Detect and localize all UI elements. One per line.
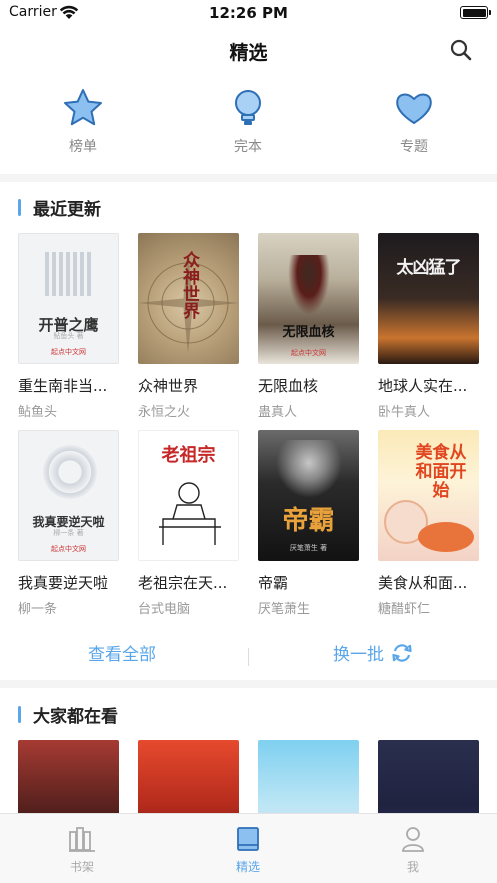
book-card[interactable]: 老祖宗 老祖宗在天... 台式电脑: [138, 430, 239, 617]
category-label: 完本: [234, 139, 262, 155]
search-icon[interactable]: [449, 38, 473, 62]
book-icon: [237, 827, 259, 851]
book-cover: 我真要逆天啦 柳一条 著 起点中文网: [18, 430, 119, 561]
book-title: 无限血核: [258, 377, 319, 395]
category-topics[interactable]: 专题: [369, 86, 459, 156]
section-divider: [0, 174, 497, 182]
book-cover: 众神世界: [138, 233, 239, 364]
battery-icon: [460, 6, 491, 19]
popular-section-header: 大家都在看: [18, 703, 118, 727]
cover-author: 鲇鱼头 著: [53, 332, 84, 340]
section-divider: [0, 680, 497, 688]
category-label: 专题: [400, 139, 428, 155]
book-title: 老祖宗在天...: [138, 574, 228, 592]
recent-section-header: 最近更新: [18, 196, 101, 220]
profile-icon: [402, 827, 424, 852]
book-author: 蛊真人: [258, 405, 298, 420]
book-title: 众神世界: [138, 377, 199, 395]
star-icon: [64, 89, 102, 126]
category-ranking[interactable]: 榜单: [38, 86, 128, 156]
refresh-button[interactable]: 换一批: [333, 640, 412, 665]
book-author: 鲇鱼头: [18, 405, 58, 420]
book-card[interactable]: 太凶猛了 地球人实在... 卧牛真人: [378, 233, 479, 420]
tab-bookshelf[interactable]: 书架: [42, 826, 122, 875]
book-author: 糖醋虾仁: [378, 602, 431, 617]
section-accent-bar: [18, 198, 21, 216]
tab-label: 精选: [235, 860, 260, 874]
book-title: 重生南非当...: [18, 377, 108, 395]
book-author: 柳一条: [18, 602, 58, 617]
book-title: 地球人实在...: [378, 377, 468, 395]
book-cover: 太凶猛了: [378, 233, 479, 364]
cover-title: 帝霸: [282, 506, 335, 536]
sketch-illustration: [159, 482, 221, 545]
book-cover: 帝霸 厌笔萧生 著: [258, 430, 359, 561]
book-cover: 老祖宗: [138, 430, 239, 561]
bookshelf-icon: [69, 827, 95, 852]
book-cover: 无限血核 起点中文网: [258, 233, 359, 364]
book-title: 帝霸: [258, 574, 289, 592]
book-card[interactable]: 帝霸 厌笔萧生 著 帝霸 厌笔萧生: [258, 430, 359, 617]
book-author: 永恒之火: [138, 405, 191, 420]
book-cover: 开普之鹰 鲇鱼头 著 起点中文网: [18, 233, 119, 364]
section-title: 大家都在看: [33, 706, 118, 727]
book-author: 厌笔萧生: [258, 602, 311, 617]
cover-author: 柳一条 著: [53, 529, 84, 537]
section-actions: 查看全部 换一批: [0, 636, 497, 672]
heart-icon: [396, 93, 432, 124]
view-all-button[interactable]: 查看全部: [88, 640, 156, 665]
publisher-logo: 起点中文网: [51, 348, 86, 356]
cover-title: 美食从和面开始: [415, 443, 467, 501]
book-card[interactable]: 无限血核 起点中文网 无限血核 蛊真人: [258, 233, 359, 420]
cover-title: 老祖宗: [161, 445, 216, 466]
tab-featured[interactable]: 精选: [208, 826, 288, 875]
publisher-logo: 起点中文网: [291, 349, 326, 357]
lightbulb-icon: [235, 90, 261, 125]
book-card[interactable]: 众神世界 众神世界 永恒之火: [138, 233, 239, 420]
cover-title: 众神世界: [179, 251, 199, 319]
book-title: 我真要逆天啦: [18, 574, 109, 592]
refresh-label: 换一批: [333, 645, 384, 665]
cover-title: 无限血核: [282, 325, 335, 340]
category-completed[interactable]: 完本: [203, 86, 293, 156]
book-card[interactable]: 美食从和面开始 美食从和面... 糖醋虾仁: [378, 430, 479, 617]
tab-bar: 书架 精选 我: [0, 813, 497, 883]
page-title: 精选: [229, 42, 268, 64]
book-cover: 美食从和面开始: [378, 430, 479, 561]
tab-label: 我: [406, 860, 419, 874]
book-author: 卧牛真人: [378, 405, 431, 420]
book-title: 美食从和面...: [378, 574, 468, 592]
cover-author: 厌笔萧生 著: [289, 544, 328, 552]
publisher-logo: 起点中文网: [51, 545, 86, 553]
clock: 12:26 PM: [209, 4, 288, 22]
section-accent-bar: [18, 705, 21, 723]
book-card[interactable]: 我真要逆天啦 柳一条 著 起点中文网 我真要逆天啦 柳一条: [18, 430, 119, 617]
category-label: 榜单: [69, 139, 97, 155]
section-title: 最近更新: [33, 199, 101, 220]
divider: [248, 648, 249, 666]
book-card[interactable]: 开普之鹰 鲇鱼头 著 起点中文网 重生南非当... 鲇鱼头: [18, 233, 119, 420]
book-author: 台式电脑: [138, 602, 191, 617]
tab-label: 书架: [69, 860, 94, 874]
status-bar: Carrier 12:26 PM: [0, 0, 497, 28]
cover-title: 太凶猛了: [396, 258, 462, 278]
tab-profile[interactable]: 我: [373, 826, 453, 875]
refresh-icon: [392, 643, 412, 662]
